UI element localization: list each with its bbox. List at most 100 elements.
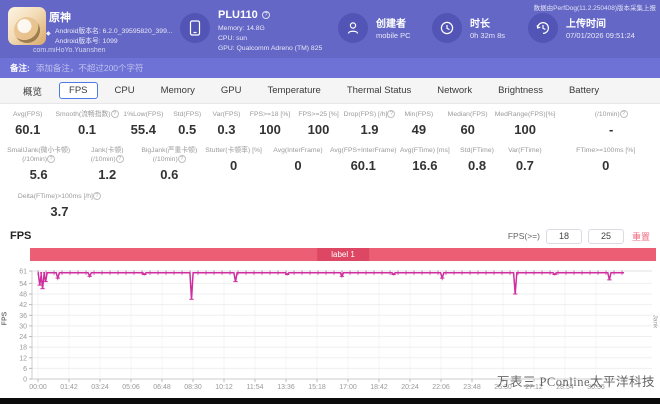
tab-fps[interactable]: FPS xyxy=(59,82,98,99)
device-memory: Memory: 14.8G xyxy=(218,25,265,32)
duration-icon-circle xyxy=(432,13,462,43)
info-icon[interactable]: ? xyxy=(110,110,119,119)
info-icon[interactable]: ? xyxy=(47,155,56,164)
tab-temperature[interactable]: Temperature xyxy=(254,82,333,99)
stat-label: Var(FTime) xyxy=(508,147,542,154)
info-icon[interactable]: ? xyxy=(177,155,186,164)
svg-text:42: 42 xyxy=(19,302,27,309)
svg-text:01:42: 01:42 xyxy=(60,384,78,391)
svg-text:00:00: 00:00 xyxy=(29,384,47,391)
stat-label: Avg(FPS+InterFrame) xyxy=(329,147,397,154)
stat-label: Drop(FPS) [/h]? xyxy=(344,110,396,119)
stat-cell: Stutter(卡顿率) [%] 0 xyxy=(201,146,266,192)
svg-text:18: 18 xyxy=(19,345,27,352)
stat-label: FPS>=18 [%] xyxy=(249,111,291,118)
svg-text:20:24: 20:24 xyxy=(401,384,419,391)
svg-text:06:48: 06:48 xyxy=(153,384,171,391)
stat-label-line2: (/10min)? xyxy=(153,155,186,164)
tab-概览[interactable]: 概览 xyxy=(10,81,55,101)
stat-value: 1.2 xyxy=(98,167,117,182)
svg-text:11:54: 11:54 xyxy=(247,384,264,391)
stat-value: 3.7 xyxy=(50,204,69,219)
annotation-band[interactable]: label 1 xyxy=(30,248,656,261)
stat-value: 0 xyxy=(294,158,302,173)
creator-value: mobile PC xyxy=(376,31,411,40)
stat-cell: Delta(FTime)>100ms [/h]? 3.7 xyxy=(0,192,119,224)
creator-icon-circle xyxy=(338,13,368,43)
device-info-icon[interactable]: ? xyxy=(262,11,270,19)
tab-network[interactable]: Network xyxy=(424,82,485,99)
fps-line xyxy=(37,272,624,300)
upload-time-icon-circle xyxy=(528,13,558,43)
duration-label: 时长 xyxy=(470,19,490,30)
svg-text:30: 30 xyxy=(19,323,27,330)
stat-value: 1.9 xyxy=(360,122,379,137)
creator-label: 创建者 xyxy=(376,19,406,30)
stat-value: 0.6 xyxy=(160,167,179,182)
bottom-black-bar xyxy=(0,398,660,404)
note-bar[interactable]: 备注: 添加备注，不超过200个字符 xyxy=(0,58,660,78)
device-name: PLU110 xyxy=(218,9,258,21)
fps-threshold-low-input[interactable] xyxy=(545,228,582,244)
info-icon[interactable]: ? xyxy=(387,110,396,119)
diamond-icon: ◆ xyxy=(46,31,51,37)
fps-chart-area: 61 54 48 42 36 30 24 18 12 6 0 00:00 01:42 03:24 05:06… xyxy=(0,263,660,398)
stat-cell: Jank(卡顿) (/10min)? 1.2 xyxy=(77,146,137,192)
stat-value: 16.6 xyxy=(412,158,438,173)
svg-text:13:36: 13:36 xyxy=(277,384,295,391)
stat-value: 100 xyxy=(259,122,281,137)
tab-gpu[interactable]: GPU xyxy=(208,82,255,99)
stat-value: 0 xyxy=(602,158,610,173)
annotation-band-label[interactable]: label 1 xyxy=(317,248,369,261)
stat-label: Std(FPS) xyxy=(173,111,202,118)
stat-value: 60.1 xyxy=(350,158,376,173)
info-icon[interactable]: ? xyxy=(92,192,101,201)
reset-button[interactable]: 重置 xyxy=(632,230,650,243)
fps-threshold-high-input[interactable] xyxy=(587,228,624,244)
device-gpu: GPU: Qualcomm Adreno (TM) 825 xyxy=(218,45,323,52)
svg-text:61: 61 xyxy=(19,269,27,276)
svg-text:0: 0 xyxy=(23,377,27,384)
stat-cell: Var(FTime) 0.7 xyxy=(501,146,549,192)
stat-value: 0 xyxy=(230,158,238,173)
info-icon[interactable]: ? xyxy=(115,155,124,164)
stat-label: Smooth(流畅指数)? xyxy=(55,110,119,119)
info-icon[interactable]: ? xyxy=(619,110,628,119)
svg-text:05:06: 05:06 xyxy=(122,384,140,391)
svg-text:48: 48 xyxy=(19,292,27,299)
stat-cell: (/10min)? - xyxy=(557,110,660,146)
stat-label: 1%Low(FPS) xyxy=(123,111,164,118)
stat-label: FTime>=100ms [%] xyxy=(576,147,636,154)
tab-brightness[interactable]: Brightness xyxy=(485,82,556,99)
upload-time-value: 07/01/2026 09:51:24 xyxy=(566,31,635,40)
fps-section-title: FPS xyxy=(10,230,32,242)
header: 原神 ◆ Android版本名: 6.2.0_39595820_399... A… xyxy=(0,0,660,58)
stat-value: 0.7 xyxy=(515,158,534,173)
svg-text:08:30: 08:30 xyxy=(184,384,202,391)
stat-label: Avg(FTime) [ms] xyxy=(399,147,450,154)
stat-cell: Min(FPS) 49 xyxy=(395,110,442,146)
tab-thermal-status[interactable]: Thermal Status xyxy=(334,82,424,99)
perfdog-version-note: 数据由PerfDog(11.2.250408)版本采集上报 xyxy=(533,5,656,12)
stat-value: 0.3 xyxy=(217,122,236,137)
app-name: 原神 xyxy=(49,12,71,24)
tab-cpu[interactable]: CPU xyxy=(102,82,148,99)
svg-text:23:48: 23:48 xyxy=(463,384,481,391)
stat-cell: Avg(InterFrame) 0 xyxy=(266,146,330,192)
note-placeholder[interactable]: 添加备注，不超过200个字符 xyxy=(36,62,144,74)
app-version-code: Android版本号: 1099 xyxy=(55,38,118,45)
tab-battery[interactable]: Battery xyxy=(556,82,612,99)
stat-cell: 1%Low(FPS) 55.4 xyxy=(119,110,169,146)
svg-text:6: 6 xyxy=(23,366,27,373)
stat-label: SmallJank(微小卡顿) xyxy=(7,147,71,154)
person-icon xyxy=(347,22,359,34)
note-label: 备注: xyxy=(10,63,30,73)
stat-value: - xyxy=(609,122,614,137)
tab-memory[interactable]: Memory xyxy=(148,82,208,99)
stats-row-3: Delta(FTime)>100ms [/h]? 3.7 xyxy=(0,192,660,224)
fps-axis-label: FPS xyxy=(1,311,9,326)
stat-label-line2: (/10min)? xyxy=(91,155,124,164)
duration-value: 0h 32m 8s xyxy=(470,31,506,40)
stat-cell: FTime>=100ms [%] 0 xyxy=(549,146,660,192)
app-icon xyxy=(8,7,46,45)
